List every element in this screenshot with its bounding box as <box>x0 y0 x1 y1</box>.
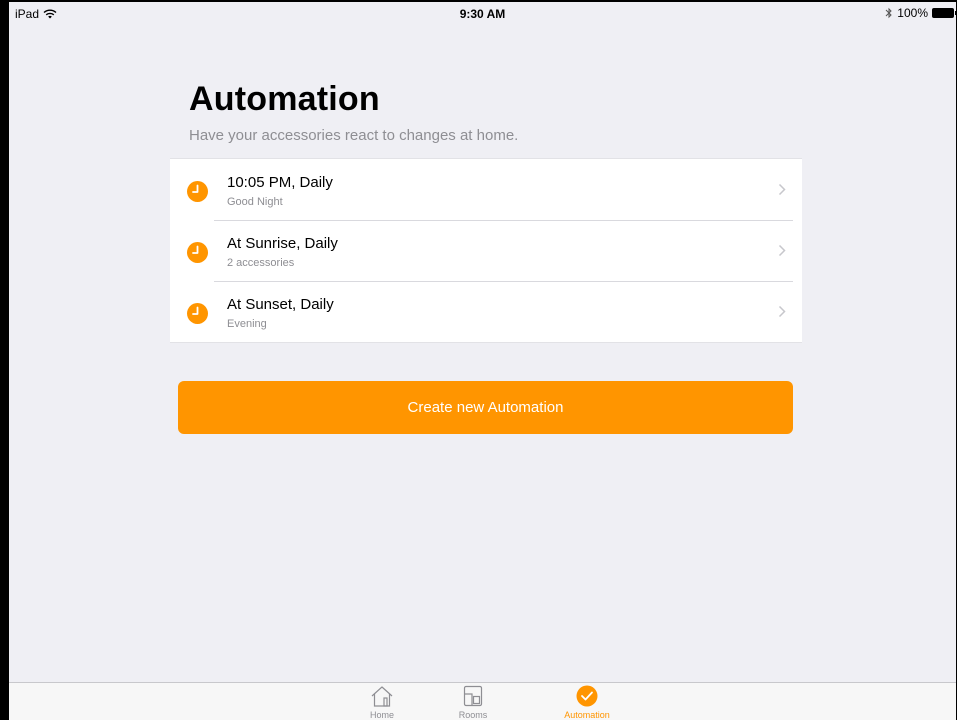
status-right: 100% <box>885 6 956 20</box>
automation-title: At Sunset, Daily <box>227 296 334 313</box>
rooms-icon <box>463 685 483 707</box>
tab-automation[interactable]: Automation <box>552 685 622 720</box>
automation-subtitle: 2 accessories <box>227 257 295 269</box>
battery-percentage: 100% <box>897 6 928 20</box>
automation-row[interactable]: At Sunrise, Daily 2 accessories <box>170 220 802 281</box>
clock-icon <box>187 242 208 263</box>
automation-list: 10:05 PM, Daily Good Night At Sunrise, D… <box>170 158 802 343</box>
automation-check-icon <box>576 685 598 707</box>
automation-title: 10:05 PM, Daily <box>227 174 333 191</box>
automation-subtitle: Good Night <box>227 196 283 208</box>
status-time: 9:30 AM <box>459 7 506 21</box>
chevron-right-icon <box>778 183 786 196</box>
chevron-right-icon <box>778 244 786 257</box>
automation-row[interactable]: 10:05 PM, Daily Good Night <box>170 159 802 220</box>
house-icon <box>371 686 393 707</box>
bluetooth-icon <box>885 7 893 19</box>
page-subtitle: Have your accessories react to changes a… <box>189 127 519 144</box>
clock-icon <box>187 303 208 324</box>
tab-rooms[interactable]: Rooms <box>438 685 508 720</box>
tab-label-home: Home <box>369 710 394 720</box>
automation-subtitle: Evening <box>227 318 267 330</box>
battery-icon <box>932 8 956 18</box>
tab-bar: Home Rooms Automation <box>9 682 956 720</box>
tab-home[interactable]: Home <box>347 685 417 720</box>
chevron-right-icon <box>778 305 786 318</box>
automation-row[interactable]: At Sunset, Daily Evening <box>170 281 802 342</box>
tab-label-rooms: Rooms <box>458 710 488 720</box>
create-automation-button[interactable]: Create new Automation <box>178 381 793 434</box>
page-title: Automation <box>189 80 380 118</box>
tab-label-automation: Automation <box>564 710 610 720</box>
ipad-screen: iPad 9:30 AM 100% Automation Have your a… <box>0 0 957 720</box>
status-bar: iPad 9:30 AM 100% <box>9 2 956 24</box>
clock-icon <box>187 181 208 202</box>
automation-title: At Sunrise, Daily <box>227 235 338 252</box>
